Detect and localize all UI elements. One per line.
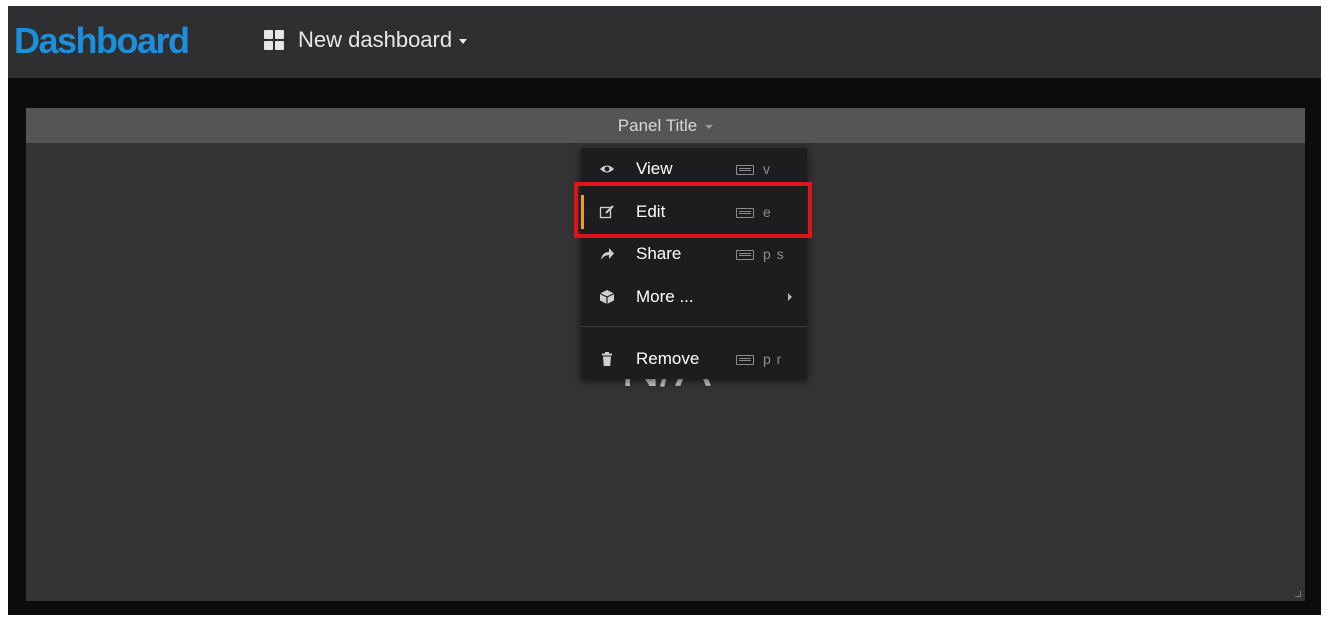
- trash-icon: [599, 351, 615, 367]
- highlight-box: [574, 182, 812, 238]
- menu-divider: [581, 326, 807, 327]
- panel-header[interactable]: Panel Title: [26, 108, 1305, 143]
- menu-item-remove[interactable]: Remove p r: [581, 338, 807, 380]
- panel-title[interactable]: Panel Title: [618, 116, 697, 135]
- resize-handle-icon[interactable]: [1295, 591, 1301, 597]
- share-icon: [599, 246, 615, 262]
- dashboard-title: New dashboard: [298, 27, 453, 52]
- menu-item-more[interactable]: More ...: [581, 276, 807, 318]
- shortcut-text: p r: [763, 351, 783, 367]
- top-nav-bar: Dashboard New dashboard: [8, 6, 1321, 78]
- chevron-right-icon: [788, 293, 792, 301]
- caret-down-icon: [459, 38, 468, 44]
- keyboard-icon: [736, 165, 754, 175]
- menu-item-label: More ...: [636, 287, 694, 306]
- menu-item-share[interactable]: Share p s: [581, 233, 807, 275]
- menu-item-label: Remove: [636, 349, 700, 368]
- shortcut-text: p s: [763, 246, 785, 262]
- cube-icon: [599, 289, 615, 305]
- keyboard-icon: [736, 355, 754, 365]
- dashboard-picker[interactable]: New dashboard: [298, 20, 468, 60]
- caret-down-icon: [705, 124, 714, 129]
- eye-icon: [599, 161, 615, 177]
- app-frame: Dashboard New dashboard Panel Title N/A …: [8, 6, 1321, 615]
- menu-item-label: Share: [636, 244, 682, 263]
- grid-icon[interactable]: [264, 30, 284, 50]
- keyboard-icon: [736, 250, 754, 260]
- brand-logo[interactable]: Dashboard: [14, 16, 190, 66]
